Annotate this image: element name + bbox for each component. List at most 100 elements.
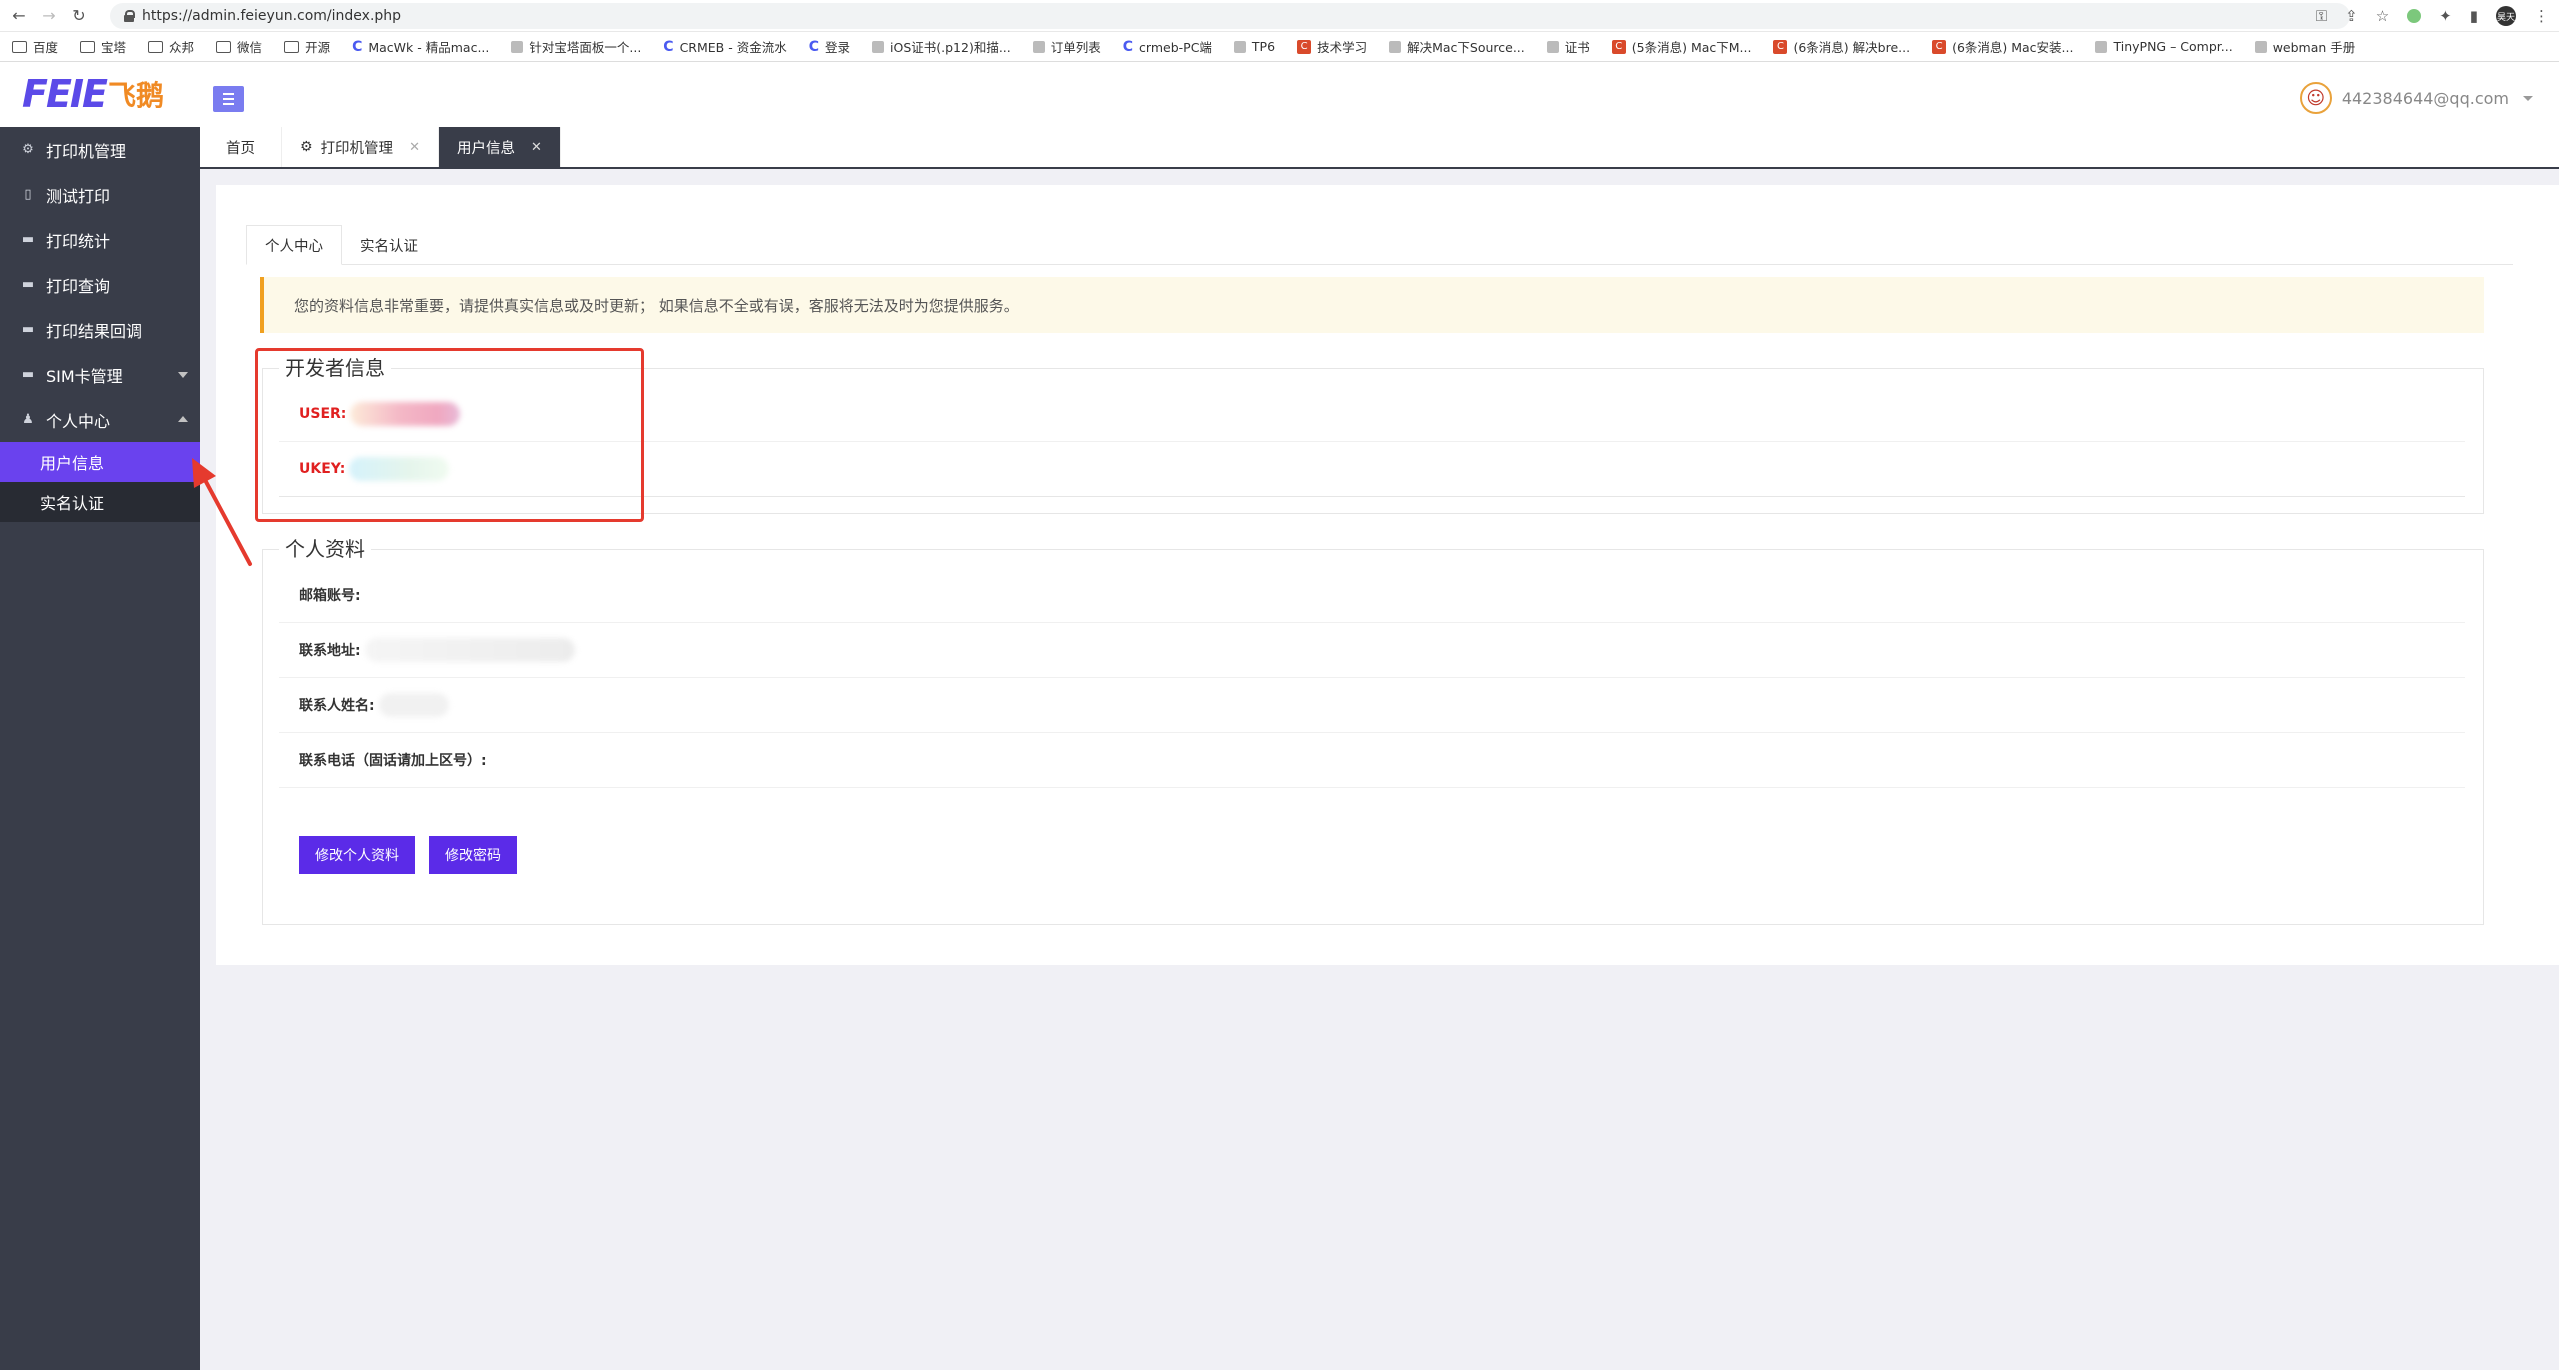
tab-user-info[interactable]: 用户信息 ✕: [438, 127, 561, 167]
bookmark-item[interactable]: C (6条消息) 解决bre...: [1773, 37, 1910, 56]
bookmark-label: 针对宝塔面板一个...: [529, 40, 642, 55]
tab-home[interactable]: 首页: [200, 127, 282, 167]
chat-icon: ▬: [21, 277, 35, 292]
change-password-button[interactable]: 修改密码: [429, 836, 517, 874]
bookmark-item[interactable]: TinyPNG – Compr...: [2095, 39, 2233, 54]
annotation-highlight-box: [255, 348, 644, 522]
reload-icon[interactable]: ↻: [68, 5, 90, 27]
bookmark-label: (6条消息) Mac安装...: [1952, 40, 2074, 55]
bookmark-label: 开源: [305, 40, 331, 55]
site-c-icon: C: [663, 38, 674, 55]
sidepanel-icon[interactable]: ▮: [2470, 7, 2478, 25]
menu-toggle-button[interactable]: [213, 86, 244, 112]
bookmark-label: 证书: [1564, 40, 1590, 55]
contact-row: 联系人姓名:: [279, 678, 2465, 733]
red-box-icon: [1389, 40, 1402, 53]
more-icon[interactable]: ⋮: [2534, 7, 2549, 25]
email-row: 邮箱账号:: [279, 568, 2465, 623]
url-text: https://admin.feieyun.com/index.php: [142, 8, 402, 24]
share-icon[interactable]: ⇪: [2345, 7, 2358, 25]
address-bar[interactable]: https://admin.feieyun.com/index.php: [110, 3, 2350, 29]
sidebar-item-test-print[interactable]: ▯ 测试打印: [0, 172, 200, 217]
address-value-redacted: [364, 638, 575, 662]
folder-icon: [216, 40, 232, 53]
bookmark-item[interactable]: webman 手册: [2254, 37, 2356, 56]
bookmark-item[interactable]: Ccrmeb-PC端: [1123, 37, 1212, 56]
bookmark-label: 宝塔: [101, 40, 127, 55]
bookmark-item[interactable]: TP6: [1233, 39, 1275, 54]
d-icon: [872, 40, 885, 53]
feie-logo[interactable]: FEIE 飞鹅: [22, 72, 164, 116]
img-icon: [1546, 40, 1559, 53]
printer-icon: ⚙: [22, 142, 34, 157]
profile-fieldset: 个人资料 邮箱账号: 联系地址: 联系人姓名: 联系电话（固话请加上区号）:: [262, 533, 2484, 925]
bookmark-item[interactable]: 订单列表: [1032, 37, 1101, 56]
bookmark-label: 百度: [33, 40, 59, 55]
sidebar-item-print-stats[interactable]: ▬ 打印统计: [0, 217, 200, 262]
printer-icon: ⚙: [300, 139, 313, 155]
bookmark-item[interactable]: 众邦: [148, 37, 194, 56]
forward-arrow-icon[interactable]: →: [38, 5, 60, 27]
tab-personal-center[interactable]: 个人中心: [246, 225, 342, 265]
bookmark-item[interactable]: C CRMEB - 资金流水: [663, 37, 786, 56]
avatar[interactable]: ☺: [2299, 82, 2332, 114]
user-icon: ♟: [22, 412, 34, 427]
bookmark-item[interactable]: C 登录: [809, 37, 850, 56]
key-icon[interactable]: ⚿: [2316, 7, 2327, 25]
bookmark-item[interactable]: 微信: [216, 37, 262, 56]
notice-banner: 您的资料信息非常重要，请提供真实信息或及时更新； 如果信息不全或有误，客服将无法…: [260, 277, 2484, 333]
sidebar-item-printer-manage[interactable]: ⚙ 打印机管理: [0, 127, 200, 172]
bookmark-label: (6条消息) 解决bre...: [1793, 40, 1911, 55]
tab-printer-manage[interactable]: ⚙ 打印机管理 ✕: [282, 127, 439, 167]
chevron-up-icon: [178, 416, 188, 422]
puzzle-icon[interactable]: ✦: [2439, 7, 2452, 25]
bookmark-item[interactable]: C (5条消息) Mac下M...: [1611, 37, 1751, 56]
user-email: 442384644@qq.com: [2341, 88, 2509, 108]
bookmark-label: 技术学习: [1317, 40, 1368, 55]
chevron-down-icon: [2523, 95, 2533, 101]
chat-icon: ▬: [21, 367, 35, 382]
csdn-icon: C: [1297, 39, 1312, 54]
profile-legend: 个人资料: [279, 533, 371, 562]
bookmark-label: 微信: [237, 40, 263, 55]
extension-icon[interactable]: [2407, 9, 2422, 23]
bookmark-item[interactable]: C 技术学习: [1297, 37, 1367, 56]
bookmark-item[interactable]: 百度: [12, 37, 58, 56]
folder-icon: [284, 40, 300, 53]
tab-real-name[interactable]: 实名认证: [342, 225, 436, 265]
back-arrow-icon[interactable]: ←: [8, 5, 30, 27]
bookmark-label: 解决Mac下Source...: [1407, 40, 1525, 55]
edit-profile-button[interactable]: 修改个人资料: [299, 836, 415, 874]
bookmark-item[interactable]: 证书: [1546, 37, 1590, 56]
bookmark-label: 订单列表: [1050, 40, 1101, 55]
bookmark-item[interactable]: C MacWk - 精品mac...: [352, 37, 489, 56]
globe-icon: [1032, 40, 1045, 53]
bookmark-item[interactable]: C (6条消息) Mac安装...: [1932, 37, 2073, 56]
sidebar: ⚙ 打印机管理 ▯ 测试打印 ▬ 打印统计 ▬ 打印查询 ▬ 打印结果回调 ▬ …: [0, 127, 200, 1370]
bookmark-item[interactable]: 解决Mac下Source...: [1389, 37, 1525, 56]
star-icon[interactable]: ☆: [2376, 7, 2389, 25]
bookmark-item[interactable]: 针对宝塔面板一个...: [511, 37, 641, 56]
bookmark-label: TinyPNG – Compr...: [2113, 39, 2233, 54]
annotation-arrow-icon: [192, 458, 252, 566]
bookmark-item[interactable]: 宝塔: [80, 37, 126, 56]
bookmark-item[interactable]: iOS证书(.p12)和描...: [872, 37, 1011, 56]
user-menu[interactable]: ☺ 442384644@qq.com: [2299, 82, 2533, 114]
close-icon[interactable]: ✕: [531, 140, 542, 155]
contact-label: 联系人姓名:: [299, 698, 375, 714]
sidebar-item-print-callback[interactable]: ▬ 打印结果回调: [0, 307, 200, 352]
sidebar-item-personal-center[interactable]: ♟ 个人中心: [0, 397, 200, 442]
sidebar-item-print-query[interactable]: ▬ 打印查询: [0, 262, 200, 307]
phone-row: 联系电话（固话请加上区号）:: [279, 733, 2465, 788]
sidebar-subitem-user-info[interactable]: 用户信息: [0, 442, 200, 482]
profile-avatar[interactable]: 昊天: [2496, 6, 2516, 26]
bookmark-label: webman 手册: [2272, 40, 2356, 55]
sidebar-subitem-real-name[interactable]: 实名认证: [0, 482, 200, 522]
bookmark-label: 登录: [825, 40, 851, 55]
tp-icon: [1233, 40, 1246, 53]
close-icon[interactable]: ✕: [409, 140, 420, 155]
csdn-icon: C: [1611, 39, 1626, 54]
bookmark-item[interactable]: 开源: [284, 37, 330, 56]
site-c-icon: C: [808, 38, 819, 55]
sidebar-item-sim-manage[interactable]: ▬ SIM卡管理: [0, 352, 200, 397]
